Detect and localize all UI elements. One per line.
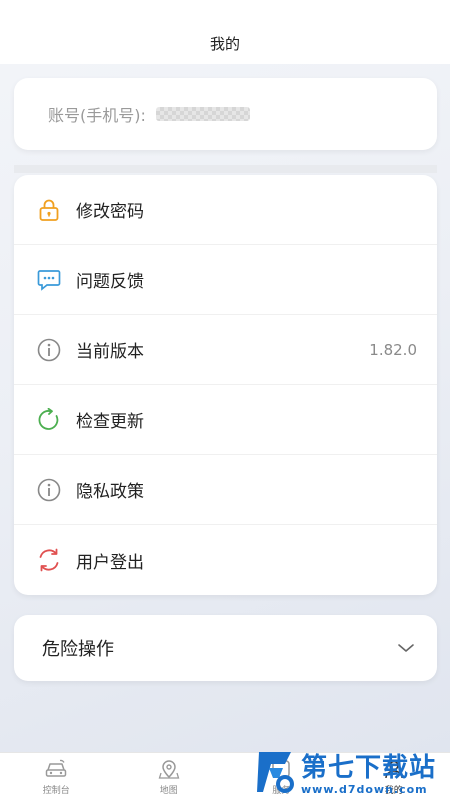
menu-item-check-update[interactable]: 检查更新	[14, 385, 437, 455]
chat-icon	[36, 267, 62, 293]
menu-item-current-version[interactable]: 当前版本 1.82.0	[14, 315, 437, 385]
watermark-logo-icon	[255, 748, 297, 800]
tab-label: 地图	[159, 786, 178, 796]
menu-label: 修改密码	[76, 202, 144, 222]
info-icon	[36, 477, 62, 503]
menu-item-logout[interactable]: 用户登出	[14, 525, 437, 595]
menu-item-change-password[interactable]: 修改密码	[14, 175, 437, 245]
watermark-title: 第七下载站	[301, 752, 437, 783]
danger-actions-dropdown[interactable]: 危险操作	[14, 615, 437, 681]
menu-label: 当前版本	[76, 342, 144, 362]
menu-item-feedback[interactable]: 问题反馈	[14, 245, 437, 315]
map-pin-icon	[157, 757, 181, 781]
info-icon	[36, 337, 62, 363]
refresh-icon	[36, 407, 62, 433]
tab-map[interactable]: 地图	[113, 753, 226, 800]
account-label: 账号(手机号):	[48, 106, 146, 125]
watermark-url: www.d7down.com	[301, 782, 428, 796]
account-card: 账号(手机号):	[14, 78, 437, 150]
menu-label: 检查更新	[76, 412, 144, 432]
page-title: 我的	[209, 34, 240, 53]
app-header: 我的	[0, 0, 450, 64]
account-number-masked	[155, 107, 250, 121]
danger-actions-label: 危险操作	[42, 639, 114, 660]
tab-console[interactable]: 控制台	[0, 753, 113, 800]
menu-label: 问题反馈	[76, 272, 144, 292]
menu-label: 用户登出	[76, 552, 144, 573]
car-icon	[44, 757, 68, 781]
menu-item-privacy-policy[interactable]: 隐私政策	[14, 455, 437, 525]
lock-icon	[36, 197, 62, 223]
chevron-down-icon	[397, 639, 415, 658]
divider-strip	[14, 165, 437, 173]
version-value: 1.82.0	[369, 340, 417, 359]
logout-cycle-icon	[36, 547, 62, 573]
settings-menu: 修改密码 问题反馈 当前版本 1.82.0 检查更新 隐私政策 用户登出	[14, 175, 437, 595]
site-watermark: 第七下载站 www.d7down.com	[255, 748, 450, 800]
tab-label: 控制台	[42, 786, 70, 796]
menu-label: 隐私政策	[76, 482, 144, 502]
